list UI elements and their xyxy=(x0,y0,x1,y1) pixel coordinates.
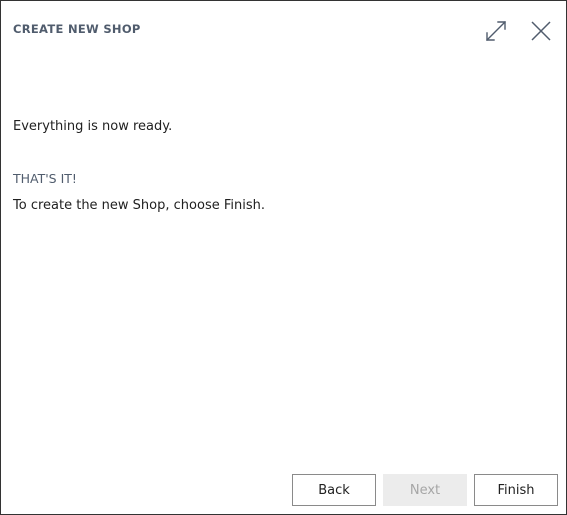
ready-message: Everything is now ready. xyxy=(13,119,173,134)
expand-icon xyxy=(486,21,506,41)
close-button[interactable] xyxy=(528,18,554,44)
dialog-title: CREATE NEW SHOP xyxy=(13,22,141,36)
back-button[interactable]: Back xyxy=(292,474,376,506)
close-icon xyxy=(531,21,551,41)
next-button[interactable]: Next xyxy=(383,474,467,506)
expand-button[interactable] xyxy=(483,18,509,44)
finish-button[interactable]: Finish xyxy=(474,474,558,506)
finish-instruction: To create the new Shop, choose Finish. xyxy=(13,198,265,213)
section-heading: THAT'S IT! xyxy=(13,171,77,186)
create-shop-dialog: CREATE NEW SHOP Everything is now ready.… xyxy=(0,0,567,515)
